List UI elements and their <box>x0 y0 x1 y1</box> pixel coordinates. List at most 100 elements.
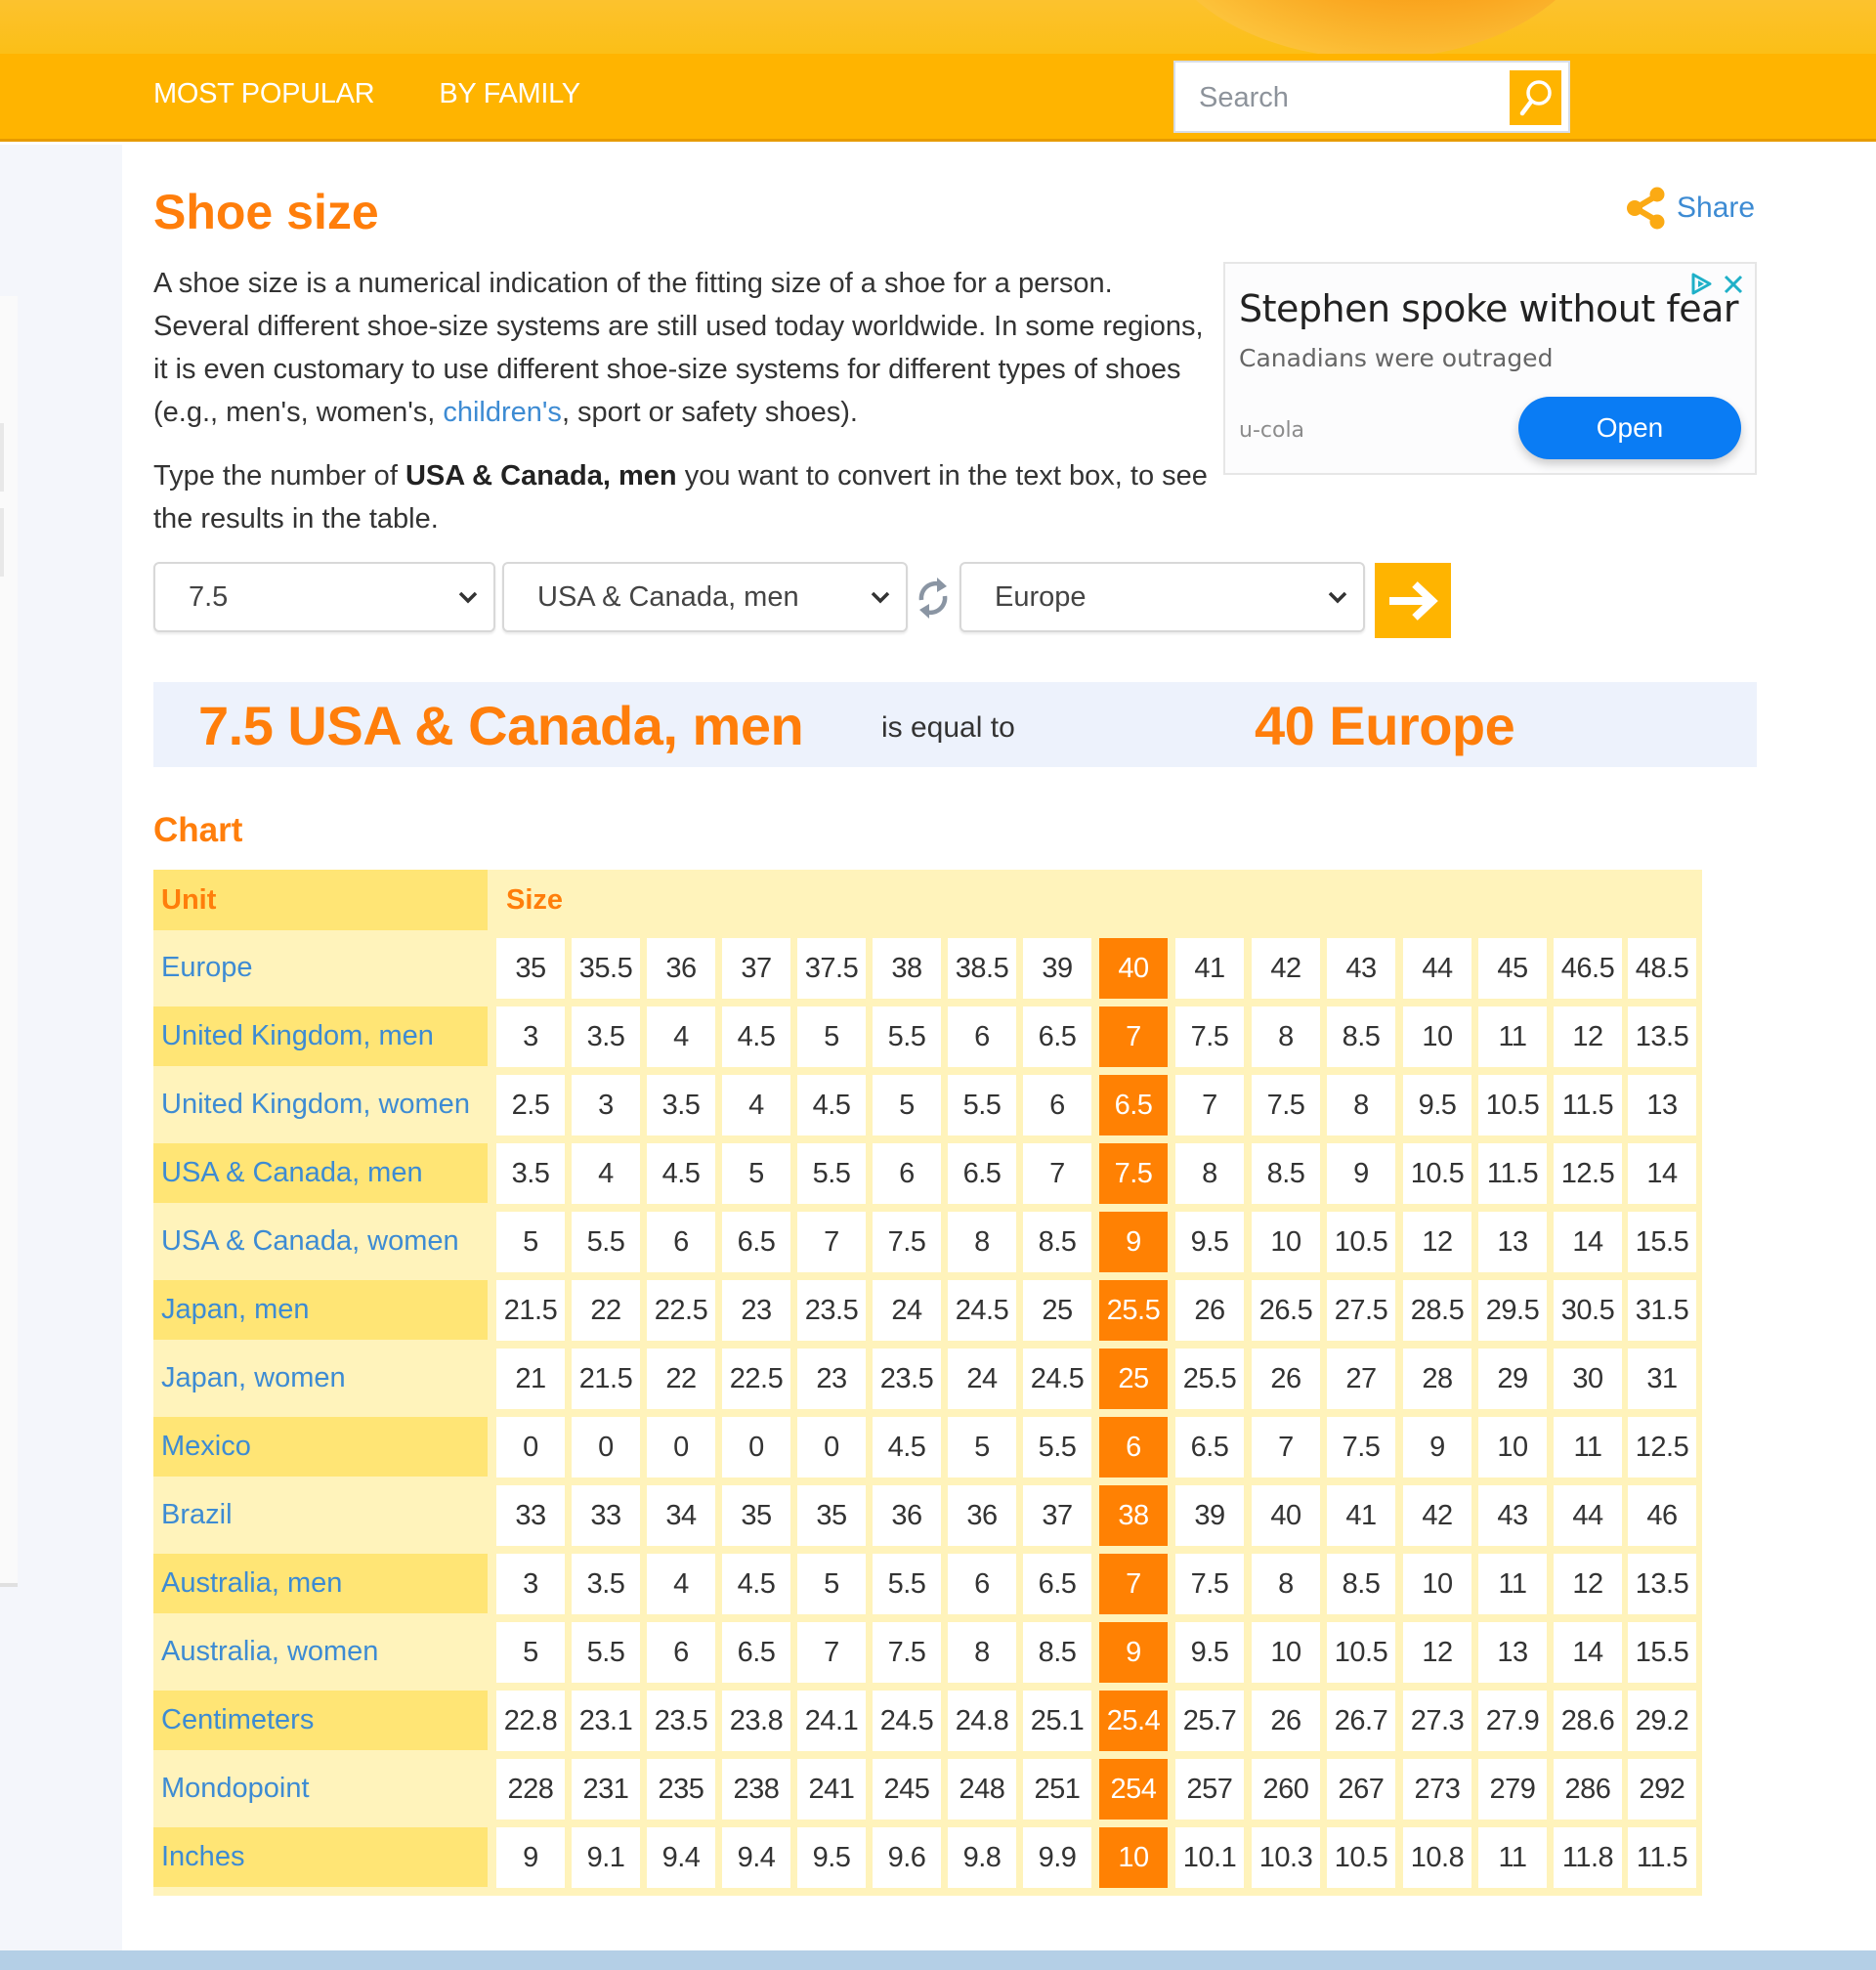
row-unit-label[interactable]: Centimeters <box>153 1691 488 1750</box>
size-cell[interactable]: 23.5 <box>873 1349 941 1409</box>
size-cell[interactable]: 9.5 <box>1403 1075 1471 1135</box>
size-cell[interactable]: 3.5 <box>572 1554 640 1614</box>
size-cell[interactable]: 10 <box>1478 1417 1547 1478</box>
size-cell[interactable]: 3.5 <box>647 1075 715 1135</box>
size-cell[interactable]: 9 <box>1327 1143 1395 1204</box>
size-cell[interactable]: 27.5 <box>1327 1280 1395 1341</box>
size-cell[interactable]: 23 <box>722 1280 790 1341</box>
size-cell[interactable]: 14 <box>1628 1143 1696 1204</box>
size-cell[interactable]: 3.5 <box>496 1143 565 1204</box>
size-cell[interactable]: 241 <box>797 1759 866 1820</box>
size-cell[interactable]: 29 <box>1478 1349 1547 1409</box>
size-cell[interactable]: 7 <box>1252 1417 1320 1478</box>
size-cell[interactable]: 35 <box>722 1485 790 1546</box>
size-cell[interactable]: 10.5 <box>1403 1143 1471 1204</box>
size-cell[interactable]: 279 <box>1478 1759 1547 1820</box>
size-cell[interactable]: 4 <box>647 1006 715 1067</box>
size-cell[interactable]: 23.1 <box>572 1691 640 1751</box>
size-cell[interactable]: 22 <box>647 1349 715 1409</box>
size-cell[interactable]: 44 <box>1403 938 1471 999</box>
size-cell[interactable]: 9.5 <box>1175 1212 1244 1272</box>
size-cell[interactable]: 39 <box>1175 1485 1244 1546</box>
size-cell[interactable]: 6.5 <box>1023 1554 1091 1614</box>
size-cell[interactable]: 8.5 <box>1252 1143 1320 1204</box>
size-cell[interactable]: 26 <box>1252 1349 1320 1409</box>
size-cell[interactable]: 292 <box>1628 1759 1696 1820</box>
size-cell[interactable]: 4.5 <box>797 1075 866 1135</box>
size-cell[interactable]: 6 <box>647 1622 715 1683</box>
size-cell[interactable]: 10.5 <box>1478 1075 1547 1135</box>
size-cell[interactable]: 9.8 <box>948 1827 1016 1888</box>
search-button[interactable] <box>1510 70 1561 125</box>
size-cell[interactable]: 13.5 <box>1628 1006 1696 1067</box>
size-cell[interactable]: 5.5 <box>797 1143 866 1204</box>
size-cell-highlighted[interactable]: 25 <box>1099 1349 1168 1409</box>
size-cell[interactable]: 36 <box>948 1485 1016 1546</box>
size-cell[interactable]: 5 <box>873 1075 941 1135</box>
size-cell[interactable]: 25 <box>1023 1280 1091 1341</box>
size-cell[interactable]: 10 <box>1252 1212 1320 1272</box>
size-cell[interactable]: 27 <box>1327 1349 1395 1409</box>
size-cell[interactable]: 38 <box>873 938 941 999</box>
size-cell[interactable]: 235 <box>647 1759 715 1820</box>
size-cell[interactable]: 33 <box>496 1485 565 1546</box>
size-cell[interactable]: 11 <box>1478 1827 1547 1888</box>
size-cell[interactable]: 231 <box>572 1759 640 1820</box>
size-cell[interactable]: 35 <box>797 1485 866 1546</box>
size-cell[interactable]: 24.8 <box>948 1691 1016 1751</box>
size-cell[interactable]: 8 <box>1252 1006 1320 1067</box>
size-cell[interactable]: 5 <box>948 1417 1016 1478</box>
size-cell[interactable]: 21.5 <box>572 1349 640 1409</box>
size-cell[interactable]: 7 <box>797 1212 866 1272</box>
size-cell[interactable]: 31 <box>1628 1349 1696 1409</box>
size-cell[interactable]: 22.5 <box>722 1349 790 1409</box>
size-cell[interactable]: 9 <box>496 1827 565 1888</box>
convert-button[interactable] <box>1375 563 1451 638</box>
size-cell[interactable]: 45 <box>1478 938 1547 999</box>
search-input[interactable] <box>1199 76 1492 119</box>
size-cell-highlighted[interactable]: 6.5 <box>1099 1075 1168 1135</box>
size-cell[interactable]: 36 <box>647 938 715 999</box>
size-cell[interactable]: 37.5 <box>797 938 866 999</box>
size-cell-highlighted[interactable]: 7 <box>1099 1006 1168 1067</box>
row-unit-label[interactable]: Japan, women <box>153 1349 488 1408</box>
size-cell[interactable]: 35 <box>496 938 565 999</box>
size-cell[interactable]: 12 <box>1554 1006 1622 1067</box>
size-cell[interactable]: 7.5 <box>1175 1006 1244 1067</box>
size-cell[interactable]: 21.5 <box>496 1280 565 1341</box>
size-cell[interactable]: 24.5 <box>1023 1349 1091 1409</box>
size-cell[interactable]: 4.5 <box>873 1417 941 1478</box>
size-cell[interactable]: 4.5 <box>647 1143 715 1204</box>
size-cell[interactable]: 6 <box>873 1143 941 1204</box>
size-cell[interactable]: 39 <box>1023 938 1091 999</box>
size-cell[interactable]: 25.7 <box>1175 1691 1244 1751</box>
size-cell[interactable]: 8 <box>1327 1075 1395 1135</box>
size-cell[interactable]: 10.3 <box>1252 1827 1320 1888</box>
size-cell[interactable]: 21 <box>496 1349 565 1409</box>
row-unit-label[interactable]: Brazil <box>153 1485 488 1545</box>
size-cell[interactable]: 25.5 <box>1175 1349 1244 1409</box>
size-cell[interactable]: 3 <box>496 1554 565 1614</box>
size-cell[interactable]: 37 <box>1023 1485 1091 1546</box>
size-cell[interactable]: 6.5 <box>722 1212 790 1272</box>
size-cell[interactable]: 35.5 <box>572 938 640 999</box>
size-cell[interactable]: 5.5 <box>873 1554 941 1614</box>
size-cell[interactable]: 31.5 <box>1628 1280 1696 1341</box>
size-cell[interactable]: 9 <box>1403 1417 1471 1478</box>
size-cell-highlighted[interactable]: 40 <box>1099 938 1168 999</box>
size-cell[interactable]: 26 <box>1175 1280 1244 1341</box>
size-cell[interactable]: 8 <box>1252 1554 1320 1614</box>
size-cell[interactable]: 4.5 <box>722 1006 790 1067</box>
size-cell[interactable]: 43 <box>1478 1485 1547 1546</box>
size-cell[interactable]: 9.4 <box>722 1827 790 1888</box>
size-cell[interactable]: 8.5 <box>1327 1006 1395 1067</box>
row-unit-label[interactable]: USA & Canada, men <box>153 1143 488 1203</box>
size-cell[interactable]: 24.5 <box>948 1280 1016 1341</box>
size-cell[interactable]: 11 <box>1478 1554 1547 1614</box>
size-cell[interactable]: 7 <box>1023 1143 1091 1204</box>
size-cell[interactable]: 6.5 <box>1175 1417 1244 1478</box>
size-cell[interactable]: 28 <box>1403 1349 1471 1409</box>
row-unit-label[interactable]: Mondopoint <box>153 1759 488 1819</box>
size-cell[interactable]: 41 <box>1327 1485 1395 1546</box>
size-cell[interactable]: 10.5 <box>1327 1622 1395 1683</box>
